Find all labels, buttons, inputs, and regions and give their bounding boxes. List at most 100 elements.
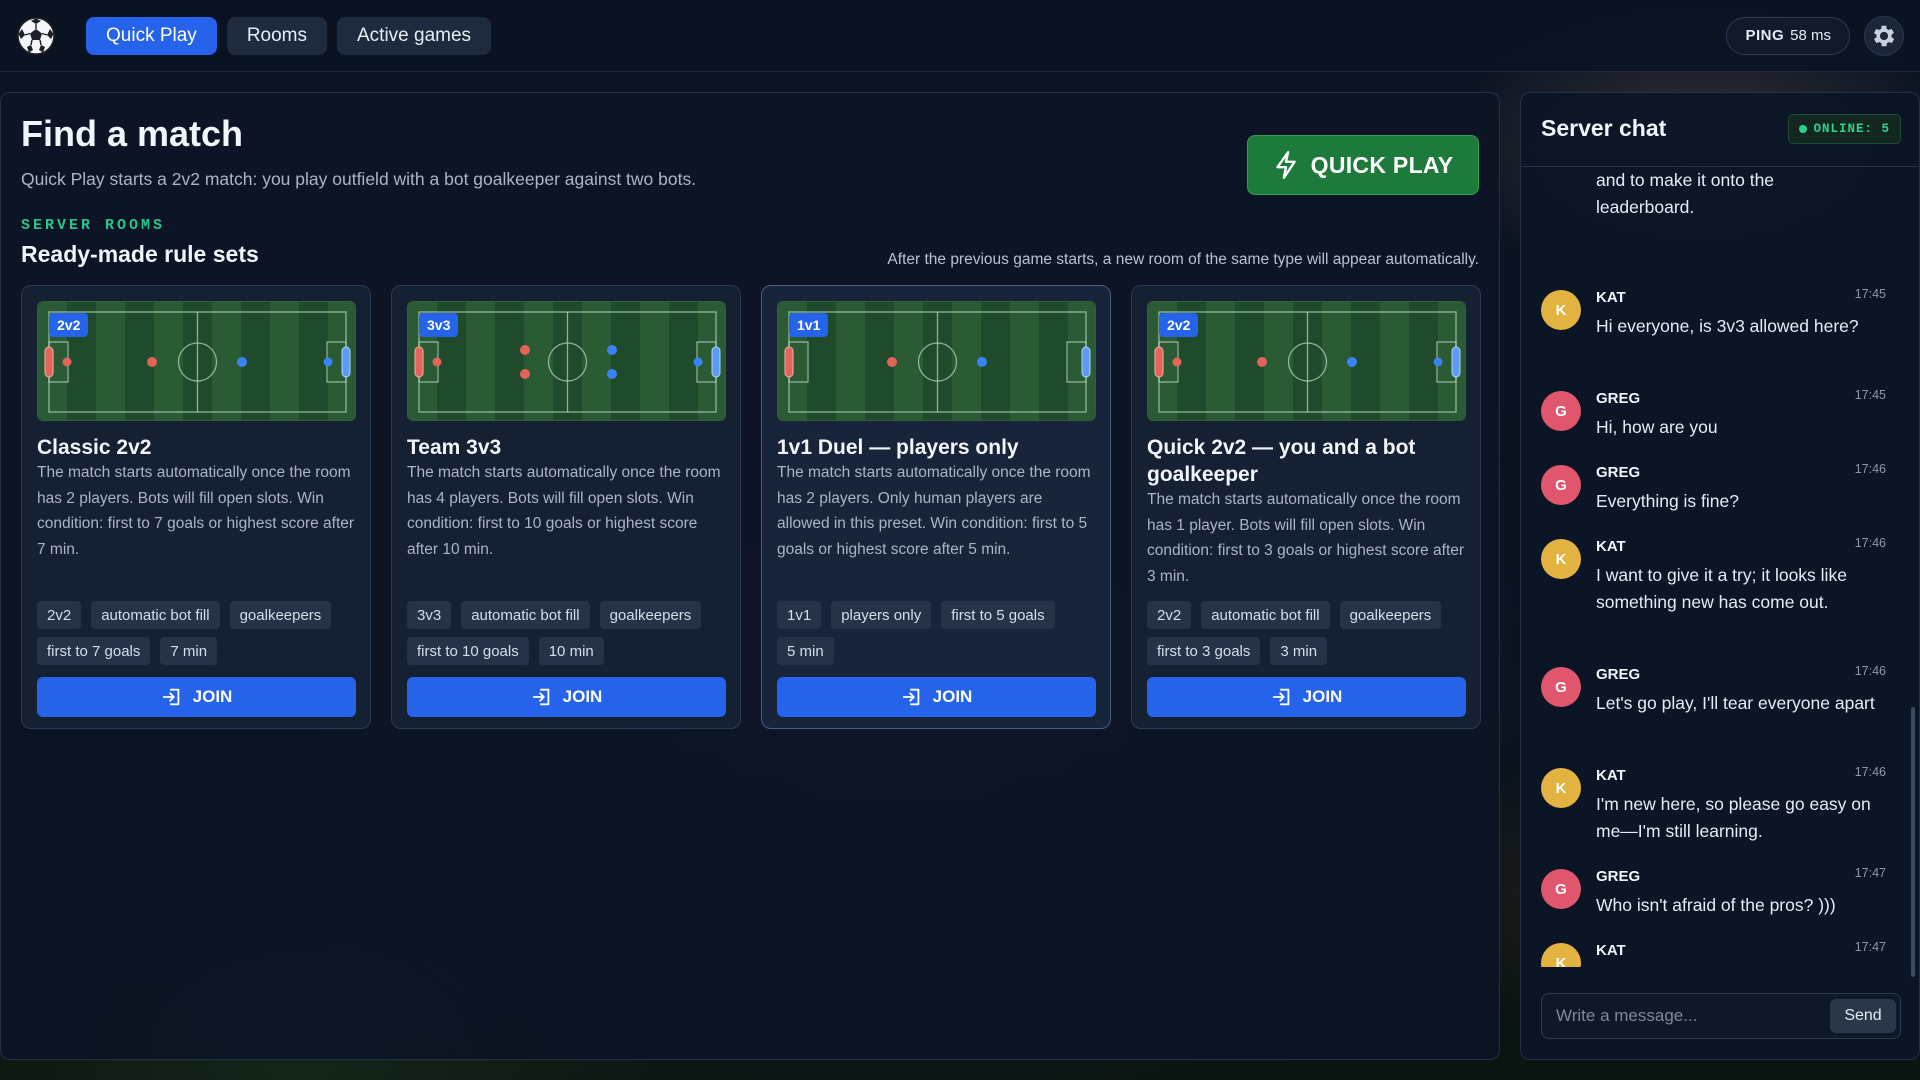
room-card[interactable]: 2v2 Quick 2v2 — you and a bot goalkeeper T… xyxy=(1131,285,1481,729)
avatar[interactable]: G xyxy=(1541,465,1581,505)
room-card[interactable]: 1v1 1v1 Duel — players only The match star… xyxy=(761,285,1111,729)
section-title: Ready-made rule sets xyxy=(21,241,259,267)
message-time: 17:47 xyxy=(1854,940,1886,954)
room-title: Classic 2v2 xyxy=(37,436,152,459)
chat-message-list[interactable]: and to make it onto the leaderboard. K KA… xyxy=(1521,167,1919,967)
room-tag: automatic bot fill xyxy=(1201,601,1330,629)
message-text: Who isn't afraid of the pros? ))) xyxy=(1596,895,1836,915)
top-bar-right: PING 58 ms xyxy=(1726,15,1904,56)
chat-scrollbar-thumb[interactable] xyxy=(1911,707,1915,977)
section-note: After the previous game starts, a new ro… xyxy=(887,251,1479,268)
join-label: JOIN xyxy=(192,687,233,706)
room-tag: first to 7 goals xyxy=(37,637,151,665)
join-button[interactable]: JOIN xyxy=(407,677,726,717)
message-time: 17:47 xyxy=(1854,866,1886,880)
tab-rooms[interactable]: Rooms xyxy=(226,16,327,55)
gear-icon xyxy=(1873,25,1895,46)
room-tag: 7 min xyxy=(160,637,218,665)
quick-play-button[interactable]: QUICK PLAY xyxy=(1247,135,1479,195)
red-player-dot xyxy=(520,369,530,379)
blue-goal xyxy=(341,346,351,378)
page-title: Find a match xyxy=(21,113,244,154)
room-card[interactable]: 3v3 Team 3v3 The match starts automaticall… xyxy=(391,285,741,729)
avatar[interactable]: G xyxy=(1541,391,1581,431)
room-cards: 2v2 Classic 2v2 The match starts automatic… xyxy=(21,285,1481,729)
room-card[interactable]: 2v2 Classic 2v2 The match starts automatic… xyxy=(21,285,371,729)
red-player-dot xyxy=(1257,357,1267,367)
ping-indicator: PING 58 ms xyxy=(1726,16,1850,55)
room-description: The match starts automatically once the … xyxy=(1147,491,1465,585)
blue-player-dot xyxy=(977,357,987,367)
blue-player-dot xyxy=(1347,357,1357,367)
server-chat-panel: Server chat ONLINE: 5 and to make it ont… xyxy=(1520,92,1920,1060)
room-description: The match starts automatically once the … xyxy=(777,464,1091,558)
room-tag: 5 min xyxy=(777,637,834,665)
message-author[interactable]: KAT xyxy=(1596,289,1626,306)
blue-goal xyxy=(711,346,721,378)
tab-active-games[interactable]: Active games xyxy=(337,16,492,55)
mode-badge: 1v1 xyxy=(789,313,829,337)
join-button[interactable]: JOIN xyxy=(1147,677,1466,717)
chat-message-input[interactable] xyxy=(1556,994,1826,1038)
room-title: Team 3v3 xyxy=(407,436,502,459)
section-kicker: SERVER ROOMS xyxy=(21,217,166,234)
red-goalkeeper-dot xyxy=(432,357,442,367)
red-goalkeeper-dot xyxy=(1172,357,1182,367)
page-subtitle: Quick Play starts a 2v2 match: you play … xyxy=(21,169,697,189)
join-button[interactable]: JOIN xyxy=(37,677,356,717)
mode-badge: 3v3 xyxy=(419,313,459,337)
blue-goal xyxy=(1451,346,1461,378)
avatar[interactable]: K xyxy=(1541,943,1581,967)
room-tags: 1v1 players only first to 5 goals 5 min xyxy=(777,601,1102,665)
message-time: 17:46 xyxy=(1854,664,1886,678)
message-author[interactable]: KAT xyxy=(1596,538,1626,555)
room-tag: 10 min xyxy=(538,637,604,665)
pitch-preview: 2v2 xyxy=(37,301,356,421)
join-label: JOIN xyxy=(1302,687,1343,706)
room-tag: first to 5 goals xyxy=(941,601,1055,629)
mode-badge: 2v2 xyxy=(49,313,89,337)
avatar[interactable]: G xyxy=(1541,667,1581,707)
tab-quick-play[interactable]: Quick Play xyxy=(86,16,217,55)
settings-button[interactable] xyxy=(1864,15,1904,56)
chat-scrollbar[interactable] xyxy=(1911,193,1915,988)
join-button[interactable]: JOIN xyxy=(777,677,1096,717)
blue-goalkeeper-dot xyxy=(693,357,703,367)
message-text: I want to give it a try; it looks like s… xyxy=(1596,565,1847,612)
message-author[interactable]: GREG xyxy=(1596,390,1640,407)
room-tag: goalkeepers xyxy=(599,601,702,629)
room-tag: goalkeepers xyxy=(1339,601,1442,629)
avatar[interactable]: K xyxy=(1541,768,1581,808)
red-goal xyxy=(44,346,54,378)
avatar[interactable]: G xyxy=(1541,869,1581,909)
avatar[interactable]: K xyxy=(1541,290,1581,330)
sign-in-icon xyxy=(532,688,549,706)
message-author[interactable]: GREG xyxy=(1596,464,1640,481)
red-goalkeeper-dot xyxy=(62,357,72,367)
message-time: 17:46 xyxy=(1854,462,1886,476)
soccer-ball-icon[interactable] xyxy=(16,16,56,56)
message-text: I'm new here, so please go easy on me—I'… xyxy=(1596,794,1871,841)
message-author[interactable]: KAT xyxy=(1596,942,1626,959)
room-tag: first to 10 goals xyxy=(407,637,529,665)
message-author[interactable]: GREG xyxy=(1596,666,1640,683)
send-button[interactable]: Send xyxy=(1830,999,1896,1033)
message-author[interactable]: GREG xyxy=(1596,868,1640,885)
pitch-preview: 3v3 xyxy=(407,301,726,421)
join-label: JOIN xyxy=(562,687,603,706)
room-tag: automatic bot fill xyxy=(461,601,590,629)
red-player-dot xyxy=(887,357,897,367)
online-badge: ONLINE: 5 xyxy=(1788,114,1901,144)
room-tag: 2v2 xyxy=(1147,601,1192,629)
ping-value: 58 ms xyxy=(1790,27,1831,44)
message-author[interactable]: KAT xyxy=(1596,767,1626,784)
room-tag: goalkeepers xyxy=(229,601,332,629)
avatar[interactable]: K xyxy=(1541,539,1581,579)
blue-goalkeeper-dot xyxy=(1433,357,1443,367)
message-text: Hi, how are you xyxy=(1596,417,1718,437)
room-tags: 2v2 automatic bot fill goalkeepers first to… xyxy=(37,601,362,665)
room-title: Quick 2v2 — you and a bot goalkeeper xyxy=(1147,436,1416,486)
online-count: ONLINE: 5 xyxy=(1813,122,1890,136)
room-tags: 2v2 automatic bot fill goalkeepers first to… xyxy=(1147,601,1472,665)
blue-goal xyxy=(1081,346,1091,378)
